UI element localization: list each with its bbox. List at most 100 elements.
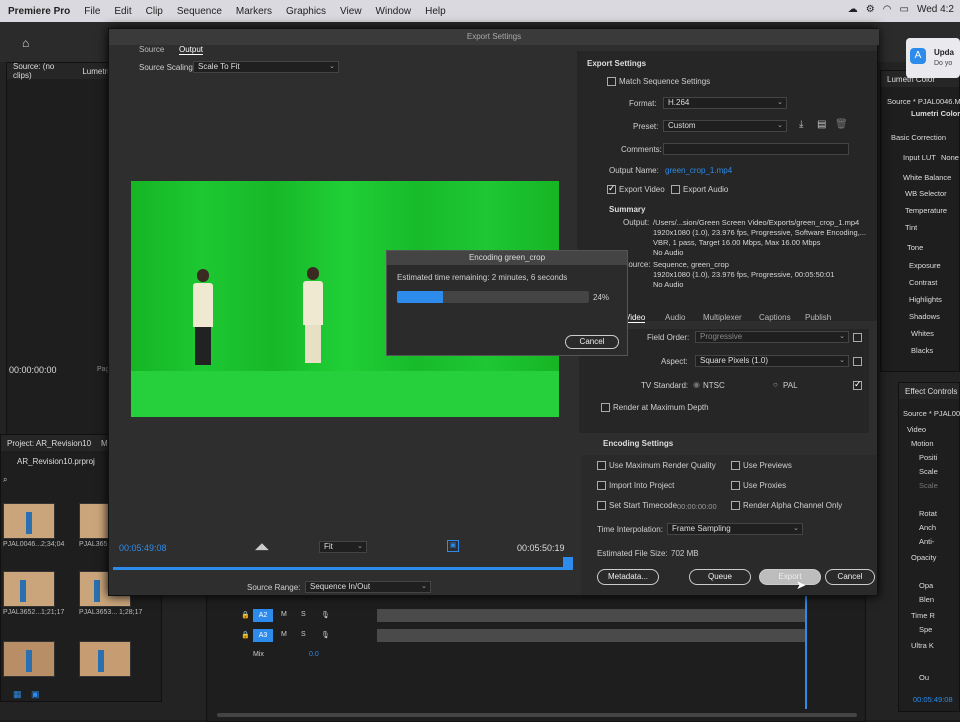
exposure[interactable]: Exposure xyxy=(909,261,941,270)
export-button[interactable]: Export xyxy=(759,569,821,585)
comments-input[interactable] xyxy=(663,143,849,155)
cancel-button[interactable]: Cancel xyxy=(825,569,875,585)
render-max-depth-checkbox[interactable] xyxy=(601,403,610,412)
export-settings-header[interactable]: Export Settings xyxy=(587,59,646,68)
effect-speed[interactable]: Spe xyxy=(919,625,932,634)
shadows[interactable]: Shadows xyxy=(909,312,940,321)
mix-value[interactable]: 0.0 xyxy=(309,651,319,658)
app-menu[interactable]: Premiere Pro xyxy=(8,6,70,17)
tv-standard-checkbox[interactable] xyxy=(853,379,862,390)
cloud-icon[interactable]: ☁ xyxy=(848,4,858,15)
output-name-link[interactable]: green_crop_1.mp4 xyxy=(665,166,732,175)
menu-markers[interactable]: Markers xyxy=(236,6,272,17)
effect-position[interactable]: Positi xyxy=(919,453,937,462)
tint[interactable]: Tint xyxy=(905,223,917,232)
max-render-quality-checkbox[interactable] xyxy=(597,461,606,470)
time-interpolation-dropdown[interactable]: Frame Sampling ⌄ xyxy=(667,523,803,535)
clip-thumbnail[interactable] xyxy=(3,571,55,607)
whites[interactable]: Whites xyxy=(911,329,934,338)
notification[interactable]: A Upda Do yo xyxy=(906,38,960,78)
clip-thumbnail[interactable] xyxy=(3,641,55,677)
effect-controls-tab[interactable]: Effect Controls xyxy=(905,387,957,396)
settings-icon[interactable]: ⚙ xyxy=(866,4,875,15)
effect-rotation[interactable]: Rotat xyxy=(919,509,937,518)
effect-motion[interactable]: Motion xyxy=(911,439,934,448)
aspect-toggle-icon[interactable]: ▣ xyxy=(447,540,459,552)
import-preset-icon[interactable]: ▤ xyxy=(817,119,826,130)
white-balance[interactable]: White Balance xyxy=(903,173,951,182)
home-icon[interactable]: ⌂ xyxy=(22,36,29,50)
track-a2[interactable]: 🔒 A2 M S 🎙 xyxy=(241,609,381,622)
delete-preset-icon[interactable]: 🗑 xyxy=(835,119,848,130)
wb-selector[interactable]: WB Selector xyxy=(905,189,947,198)
audio-clip[interactable] xyxy=(377,609,807,622)
contrast[interactable]: Contrast xyxy=(909,278,937,287)
clip-thumbnail[interactable] xyxy=(79,641,131,677)
use-proxies-checkbox[interactable] xyxy=(731,481,740,490)
tab-output[interactable]: Output xyxy=(179,45,204,55)
import-into-project-checkbox[interactable] xyxy=(597,481,606,490)
tone[interactable]: Tone xyxy=(907,243,923,252)
clip-thumbnail[interactable] xyxy=(3,503,55,539)
mic-icon[interactable]: 🎙 xyxy=(321,611,330,619)
clock[interactable]: Wed 4:2 xyxy=(917,4,954,15)
start-timecode-value[interactable]: 00:00:00:00 xyxy=(677,502,717,511)
mark-in-icon[interactable]: ◢◣ xyxy=(255,541,269,552)
source-range-dropdown[interactable]: Sequence In/Out ⌄ xyxy=(305,581,431,593)
export-audio-checkbox[interactable] xyxy=(671,185,680,194)
menu-sequence[interactable]: Sequence xyxy=(177,6,222,17)
preset-dropdown[interactable]: Custom ⌄ xyxy=(663,120,787,132)
track-a3[interactable]: 🔒 A3 M S 🎙 xyxy=(241,629,381,642)
export-video-checkbox[interactable] xyxy=(607,183,616,194)
pal-radio[interactable]: ○ xyxy=(773,380,778,389)
use-previews-checkbox[interactable] xyxy=(731,461,740,470)
track-name[interactable]: A2 xyxy=(253,609,273,622)
field-order-checkbox[interactable] xyxy=(853,333,862,342)
audio-clip[interactable] xyxy=(377,629,807,642)
effect-scale-width[interactable]: Scale xyxy=(919,481,938,490)
menu-edit[interactable]: Edit xyxy=(114,6,131,17)
aspect-checkbox[interactable] xyxy=(853,357,862,366)
icon-view-icon[interactable]: ▣ xyxy=(31,689,40,700)
menu-view[interactable]: View xyxy=(340,6,362,17)
effect-output[interactable]: Ou xyxy=(919,673,929,682)
list-view-icon[interactable]: ▦ xyxy=(13,689,22,700)
lumetri-subtab[interactable]: Lumetri Color xyxy=(911,109,960,118)
track-name[interactable]: A3 xyxy=(253,629,273,642)
battery-icon[interactable]: ▭ xyxy=(899,4,908,15)
input-lut-value[interactable]: None xyxy=(941,153,959,162)
solo-icon[interactable]: S xyxy=(301,611,306,618)
solo-icon[interactable]: S xyxy=(301,631,306,638)
tab-multiplexer[interactable]: Multiplexer xyxy=(703,313,742,322)
effect-time-remap[interactable]: Time R xyxy=(911,611,935,620)
playhead[interactable] xyxy=(805,589,807,709)
blacks[interactable]: Blacks xyxy=(911,346,933,355)
export-range-bar[interactable] xyxy=(113,567,573,570)
format-dropdown[interactable]: H.264 ⌄ xyxy=(663,97,787,109)
in-timecode[interactable]: 00:05:49:08 xyxy=(119,543,167,553)
match-sequence-checkbox[interactable] xyxy=(607,77,616,86)
encoding-cancel-button[interactable]: Cancel xyxy=(565,335,619,349)
timeline-scrollbar[interactable] xyxy=(217,713,857,717)
tab-audio[interactable]: Audio xyxy=(665,313,685,322)
playhead-handle[interactable] xyxy=(563,557,573,567)
search-icon[interactable]: ⌕ xyxy=(3,475,7,485)
mute-icon[interactable]: M xyxy=(281,611,287,618)
tab-publish[interactable]: Publish xyxy=(805,313,831,322)
basic-correction[interactable]: Basic Correction xyxy=(891,133,946,142)
effect-opacity[interactable]: Opacity xyxy=(911,553,936,562)
wifi-icon[interactable]: ◠ xyxy=(883,4,892,15)
effect-anti-flicker[interactable]: Anti- xyxy=(919,537,934,546)
tab-captions[interactable]: Captions xyxy=(759,313,791,322)
tab-source[interactable]: Source xyxy=(139,45,164,54)
metadata-button[interactable]: Metadata... xyxy=(597,569,659,585)
tab-video[interactable]: Video xyxy=(625,313,646,323)
media-tab[interactable]: M xyxy=(101,439,108,448)
aspect-dropdown[interactable]: Square Pixels (1.0) ⌄ xyxy=(695,355,849,367)
menu-window[interactable]: Window xyxy=(376,6,412,17)
encoding-settings-header[interactable]: Encoding Settings xyxy=(603,439,673,448)
save-preset-icon[interactable]: ⤓ xyxy=(799,119,803,130)
ntsc-radio[interactable]: ◉ xyxy=(693,380,700,389)
summary-header[interactable]: Summary xyxy=(609,205,645,214)
effect-ultra-key[interactable]: Ultra K xyxy=(911,641,934,650)
